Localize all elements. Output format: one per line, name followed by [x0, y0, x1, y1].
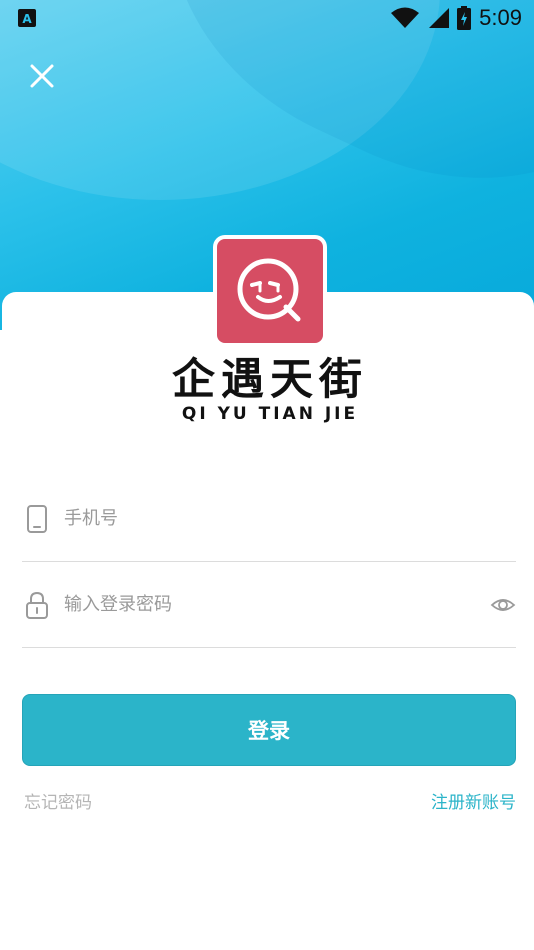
- eye-icon[interactable]: [490, 592, 516, 618]
- battery-icon: [457, 6, 472, 30]
- phone-input[interactable]: [64, 498, 516, 539]
- close-icon[interactable]: [24, 58, 60, 94]
- forgot-password-link[interactable]: 忘记密码: [24, 788, 92, 813]
- lock-icon: [26, 591, 48, 619]
- status-right: 5:09: [391, 4, 522, 32]
- register-link[interactable]: 注册新账号: [431, 788, 516, 813]
- password-field: [22, 562, 516, 648]
- app-logo: [213, 235, 327, 347]
- svg-text:A: A: [22, 12, 32, 26]
- wifi-icon: [391, 7, 420, 28]
- app-notification-icon: A: [18, 9, 36, 27]
- status-time: 5:09: [479, 5, 522, 30]
- signal-icon: [429, 8, 450, 28]
- login-button[interactable]: 登录: [22, 694, 516, 766]
- smiley-face-icon: [237, 258, 301, 322]
- status-bar: A 5:09: [0, 0, 534, 36]
- brand-name: 企遇天街: [172, 355, 368, 405]
- phone-icon: [27, 504, 47, 533]
- password-input[interactable]: [64, 584, 490, 625]
- logo-background: [217, 239, 323, 343]
- brand-pinyin: QI YU TIAN JIE: [181, 404, 359, 424]
- phone-field: [22, 476, 516, 562]
